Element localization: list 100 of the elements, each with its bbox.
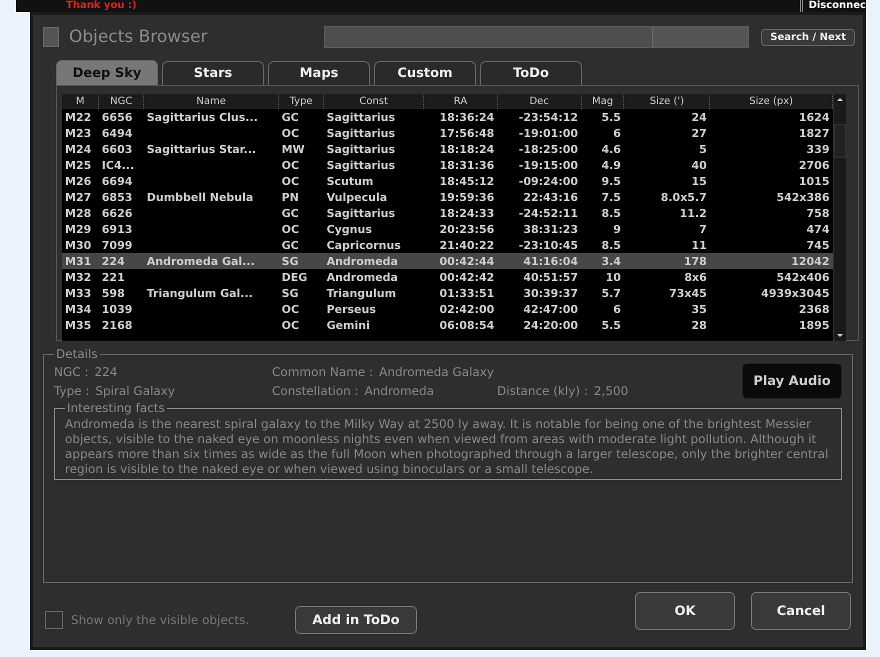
- search-option-field[interactable]: [652, 27, 748, 47]
- table-cell-text: 27: [690, 126, 708, 141]
- table-cell-text: 474: [806, 222, 830, 237]
- table-cell: 12042: [710, 253, 832, 269]
- table-cell-text: Sagittarius: [326, 142, 396, 157]
- table-cell-text: 2706: [798, 158, 830, 173]
- table-cell: 41:16:04: [497, 253, 582, 269]
- facts-text: Andromeda is the nearest spiral galaxy to the Milky Way at 2500 ly away. It is notable for being one of the brightest Messier objects, visible to the naked eye on moonless nights even when viewed from areas with moderate light pollution. Although it appears more than six times as wide as the full Moon when photographed through a larger telescope, only the brighter central region is visible to the naked eye or when viewed using binoculars or a small telescope.: [65, 417, 830, 477]
- table-cell: Sagittarius Clus...: [144, 109, 279, 125]
- table-cell-text: 758: [806, 206, 830, 221]
- column-header[interactable]: Size ('): [624, 94, 710, 109]
- table-cell-text: Vulpecula: [326, 190, 388, 205]
- table-cell-text: 6913: [100, 222, 134, 237]
- field-value: Andromeda Galaxy: [379, 364, 494, 381]
- column-header[interactable]: Dec: [497, 94, 582, 109]
- tab[interactable]: ToDo: [480, 61, 582, 85]
- table-cell-text: M25: [64, 158, 92, 173]
- column-header[interactable]: RA: [424, 94, 498, 109]
- table-cell: 6656: [98, 109, 144, 125]
- tab[interactable]: Maps: [268, 61, 370, 85]
- table-cell-text: 40: [690, 158, 708, 173]
- table-cell-text: 6603: [100, 142, 134, 157]
- table-row[interactable]: M31 224 Andromeda Gal... SG Andromeda 00:42:44 41:16:04 3.4 178 12042: [62, 253, 832, 269]
- table-cell: 178: [624, 253, 710, 269]
- table-row[interactable]: M22 6656 Sagittarius Clus... GC Sagittarius 18:36:24 -23:54:12 5.5 24 1624: [62, 109, 832, 125]
- table-cell-text: 7: [698, 222, 708, 237]
- column-header[interactable]: Const: [324, 94, 424, 109]
- table-cell: 221: [98, 269, 144, 285]
- field-value: Andromeda: [364, 383, 434, 400]
- tab[interactable]: Custom: [374, 61, 476, 85]
- table-cell-text: 38:31:23: [522, 222, 580, 237]
- table-cell-text: 35: [690, 302, 708, 317]
- facts-legend: Interesting facts: [65, 401, 167, 415]
- table-cell-text: PN: [280, 190, 300, 205]
- window-title: Objects Browser: [69, 27, 209, 47]
- scrollbar-thumb[interactable]: [834, 124, 846, 158]
- table-cell-text: 15: [690, 174, 708, 189]
- table-cell: 7099: [98, 237, 144, 253]
- table-cell-text: MW: [280, 142, 306, 157]
- table-cell-text: 5.5: [600, 318, 622, 333]
- table-cell-text: 9: [612, 222, 622, 237]
- table-cell-text: 6694: [100, 174, 134, 189]
- table-cell-text: M34: [64, 302, 92, 317]
- add-todo-button[interactable]: Add in ToDo: [295, 606, 417, 634]
- table-cell-text: 17:56:48: [438, 126, 496, 141]
- scrollbar[interactable]: [834, 94, 846, 341]
- table-cell-text: 4939x3045: [760, 286, 830, 301]
- table-cell-text: 1039: [100, 302, 134, 317]
- table-cell-text: OC: [280, 318, 300, 333]
- play-audio-button[interactable]: Play Audio: [742, 363, 842, 399]
- table-cell-text: 6: [612, 126, 622, 141]
- table-cell: 8x6: [624, 269, 710, 285]
- table-cell-text: 11.2: [678, 206, 708, 221]
- table-cell: 21:40:22: [424, 237, 498, 253]
- column-header[interactable]: Size (px): [710, 94, 832, 109]
- table-cell-text: -24:52:11: [518, 206, 580, 221]
- tab[interactable]: Stars: [162, 61, 264, 85]
- table-cell-text: Sagittarius Star...: [146, 142, 258, 157]
- table-cell-text: 18:45:12: [438, 174, 496, 189]
- table-cell-text: 4.6: [600, 142, 622, 157]
- column-header[interactable]: Mag: [581, 94, 624, 109]
- table-cell: 00:42:44: [424, 253, 498, 269]
- table-cell: 11: [624, 237, 710, 253]
- table-cell: 18:36:24: [424, 109, 498, 125]
- table-cell: 542x406: [710, 269, 832, 285]
- table-cell: GC: [278, 237, 324, 253]
- table-cell-text: 1015: [798, 174, 830, 189]
- search-next-button[interactable]: Search / Next: [761, 28, 855, 46]
- table-cell-text: 18:24:33: [438, 206, 496, 221]
- column-header[interactable]: Type: [278, 94, 324, 109]
- table-cell-text: 8.0x5.7: [660, 190, 708, 205]
- column-header[interactable]: NGC: [98, 94, 144, 109]
- field-label: Distance (kly) :: [497, 383, 588, 400]
- cancel-button[interactable]: Cancel: [751, 592, 851, 630]
- table-cell-text: Sagittarius: [326, 126, 396, 141]
- tab[interactable]: Deep Sky: [56, 60, 158, 85]
- table-cell-text: OC: [280, 126, 300, 141]
- column-header[interactable]: Name: [144, 94, 279, 109]
- table-cell-text: Gemini: [326, 318, 371, 333]
- table-cell-text: 1827: [798, 126, 830, 141]
- table-cell: M32: [62, 269, 99, 285]
- table-cell-text: 20:23:56: [438, 222, 496, 237]
- table-cell-text: 73x45: [668, 286, 708, 301]
- field-label: Constellation :: [272, 383, 359, 400]
- table-cell-text: 6626: [100, 206, 134, 221]
- field-label: NGC :: [54, 364, 89, 381]
- table-cell-text: 42:47:00: [522, 302, 580, 317]
- table-cell-text: Sagittarius: [326, 158, 396, 173]
- column-header[interactable]: M: [62, 94, 99, 109]
- search-field[interactable]: [324, 26, 750, 48]
- table-cell-text: 7.5: [600, 190, 622, 205]
- table-cell-text: M27: [64, 190, 92, 205]
- table-cell-text: OC: [280, 222, 300, 237]
- table-cell-text: 542x386: [775, 190, 830, 205]
- table-cell-text: Dumbbell Nebula: [146, 190, 254, 205]
- ok-button[interactable]: OK: [635, 592, 735, 630]
- connection-status: Disconnec: [800, 0, 866, 12]
- table-cell-text: 598: [100, 286, 126, 301]
- visible-only-checkbox[interactable]: [45, 611, 63, 629]
- table-cell-text: OC: [280, 158, 300, 173]
